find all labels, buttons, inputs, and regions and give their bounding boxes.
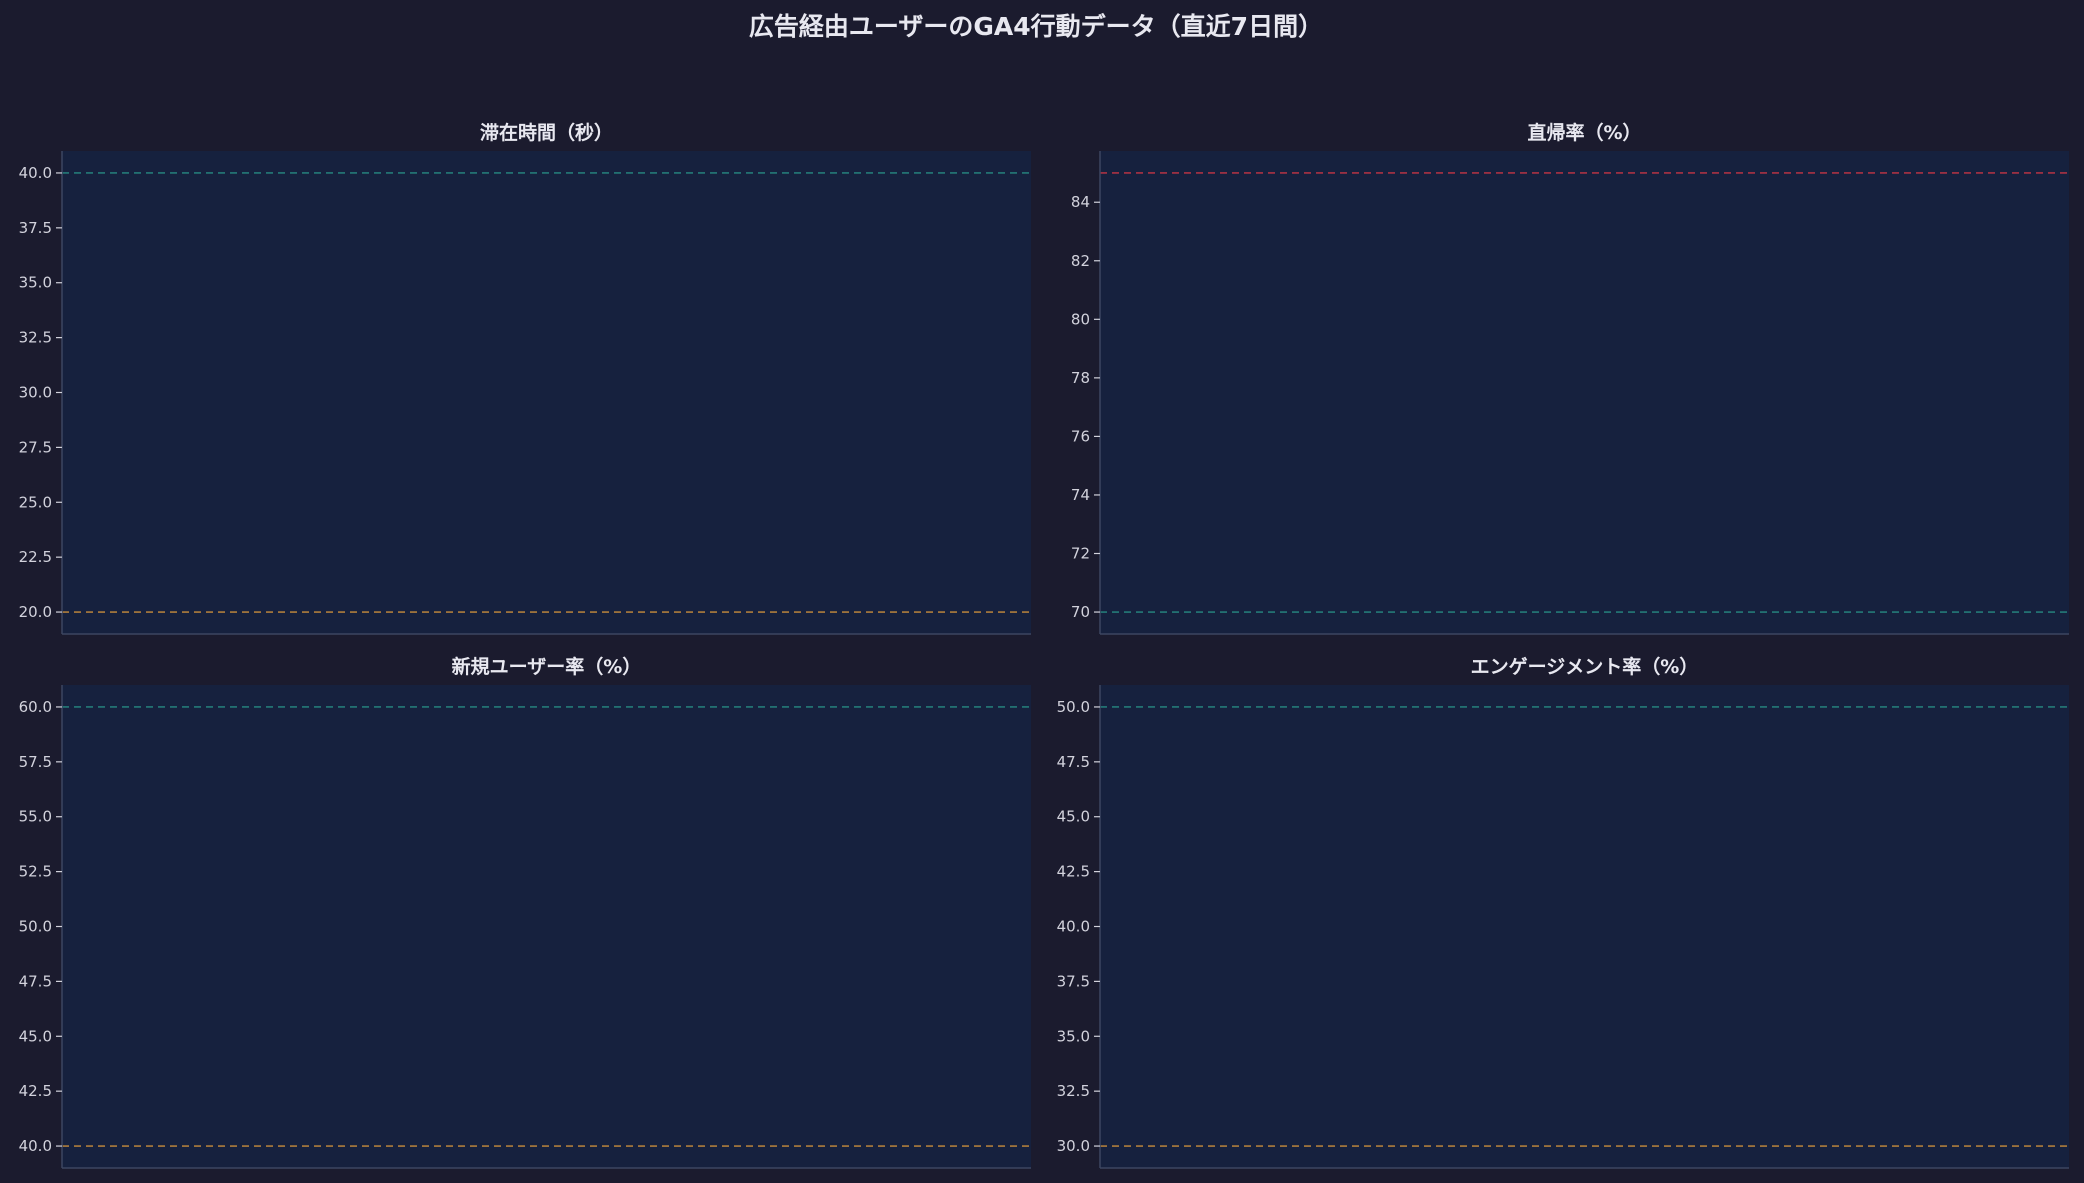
y-tick-label: 82 <box>1071 252 1090 270</box>
chart-title: 滞在時間（秒） <box>480 121 613 144</box>
y-tick-label: 60.0 <box>19 698 52 716</box>
y-tick-label: 25.0 <box>19 493 52 511</box>
y-tick-label: 50.0 <box>1057 698 1090 716</box>
chart-title: 直帰率（%） <box>1527 121 1641 144</box>
y-tick-label: 80 <box>1071 310 1090 328</box>
y-tick-label: 47.5 <box>1057 753 1090 771</box>
y-tick-label: 30.0 <box>19 384 52 402</box>
y-tick-label: 37.5 <box>1057 972 1090 990</box>
y-tick-label: 32.5 <box>1057 1082 1090 1100</box>
y-tick-label: 78 <box>1071 369 1090 387</box>
figure-title: 広告経由ユーザーのGA4行動データ（直近7日間） <box>749 12 1323 41</box>
y-tick-label: 32.5 <box>19 329 52 347</box>
y-tick-label: 76 <box>1071 427 1090 445</box>
figure: 広告経由ユーザーのGA4行動データ（直近7日間） 滞在時間（秒） 20.0 22.5… <box>19 12 2069 1169</box>
y-tick-label: 37.5 <box>19 219 52 237</box>
chart-title: 新規ユーザー率（%） <box>452 655 642 678</box>
y-tick-label: 40.0 <box>19 164 52 182</box>
chart-panels: 滞在時間（秒） 20.0 22.5 25.0 27.5 30.0 32.5 35.0 37.5 4… <box>19 121 2069 1169</box>
y-tick-label: 42.5 <box>1057 863 1090 881</box>
plot-area <box>1100 151 2069 634</box>
plot-area <box>1100 685 2069 1168</box>
chart-panel-4: エンゲージメント率（%） 30.0 32.5 35.0 37.5 40.0 42.5 45.0… <box>1057 655 2069 1169</box>
y-tick-label: 47.5 <box>19 972 52 990</box>
y-tick-label: 74 <box>1071 486 1090 504</box>
chart-panel-2: 直帰率（%） 70 72 74 76 78 80 82 84 <box>1071 121 2069 635</box>
y-tick-label: 42.5 <box>19 1082 52 1100</box>
y-tick-label: 72 <box>1071 545 1090 563</box>
y-tick-label: 52.5 <box>19 863 52 881</box>
y-tick-label: 55.0 <box>19 808 52 826</box>
y-tick-label: 40.0 <box>1057 918 1090 936</box>
y-tick-label: 20.0 <box>19 603 52 621</box>
y-tick-label: 35.0 <box>1057 1027 1090 1045</box>
y-tick-label: 30.0 <box>1057 1137 1090 1155</box>
y-tick-label: 84 <box>1071 193 1090 211</box>
y-tick-label: 50.0 <box>19 918 52 936</box>
y-tick-label: 27.5 <box>19 438 52 456</box>
y-tick-label: 70 <box>1071 603 1090 621</box>
y-tick-label: 57.5 <box>19 753 52 771</box>
plot-area <box>62 151 1031 634</box>
y-tick-label: 45.0 <box>1057 808 1090 826</box>
y-tick-label: 35.0 <box>19 274 52 292</box>
y-tick-label: 40.0 <box>19 1137 52 1155</box>
chart-panel-1: 滞在時間（秒） 20.0 22.5 25.0 27.5 30.0 32.5 35.0 37.5 4… <box>19 121 1031 635</box>
y-tick-label: 22.5 <box>19 548 52 566</box>
y-tick-label: 45.0 <box>19 1027 52 1045</box>
chart-title: エンゲージメント率（%） <box>1471 655 1699 678</box>
plot-area <box>62 685 1031 1168</box>
chart-panel-3: 新規ユーザー率（%） 40.0 42.5 45.0 47.5 50.0 52.5 55.0 57… <box>19 655 1031 1169</box>
